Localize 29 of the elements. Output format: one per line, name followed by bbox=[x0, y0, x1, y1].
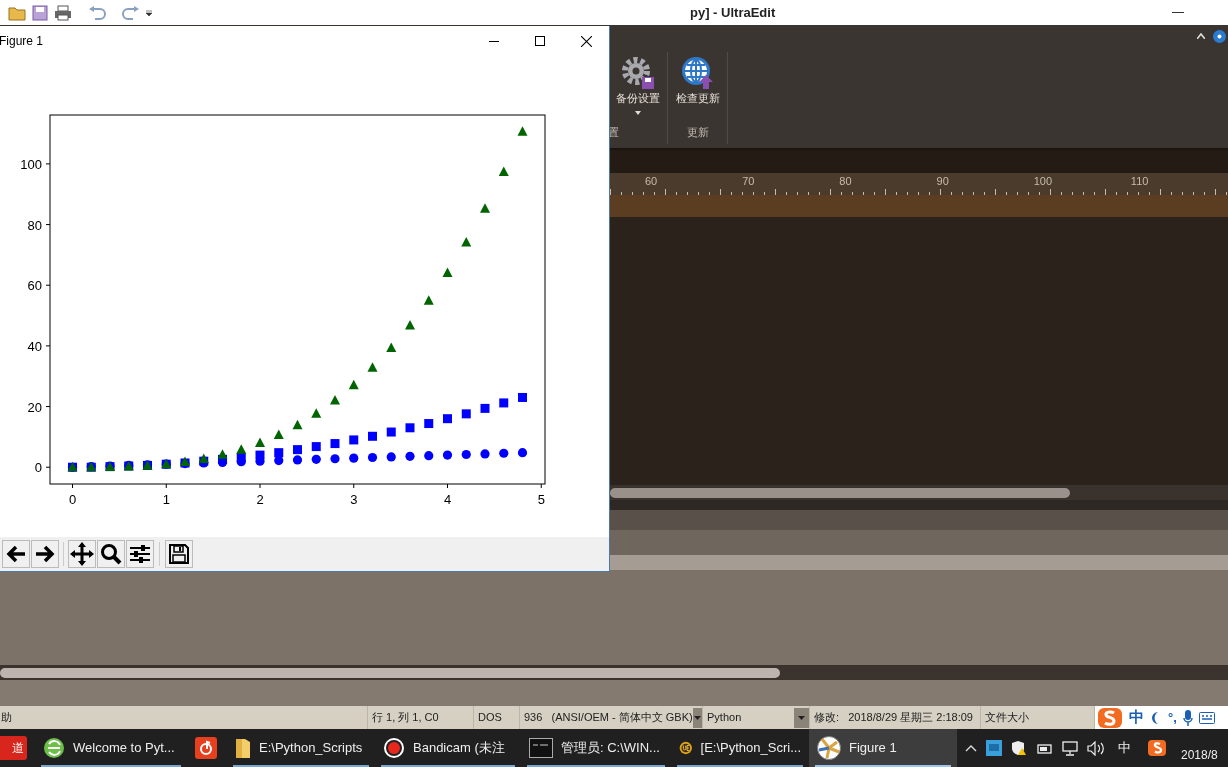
status-text: 936 (ANSI/OEM - 简体中文 GBK) bbox=[524, 710, 693, 726]
tick-label: 40 bbox=[27, 338, 42, 354]
tick-label: 4 bbox=[443, 491, 452, 507]
status-text: 助 bbox=[1, 710, 12, 726]
tick-label: 80 bbox=[27, 217, 42, 233]
tick-label: 100 bbox=[20, 156, 42, 172]
ruler-number: 70 bbox=[742, 175, 755, 187]
status-text: Python bbox=[707, 710, 742, 726]
tick-label: 0 bbox=[34, 459, 42, 475]
dictionary-app-icon: 道 bbox=[0, 736, 27, 760]
tick-label: 2 bbox=[256, 491, 264, 507]
tick-label: 0 bbox=[68, 491, 77, 507]
ruler-number: 100 bbox=[1033, 175, 1053, 187]
ruler-number: 80 bbox=[839, 175, 852, 187]
tick-label: 1 bbox=[162, 491, 170, 507]
status-text: 文件大小 bbox=[985, 710, 1029, 726]
group-label: 更新 bbox=[686, 124, 709, 140]
status-text: 修改: 2018/8/29 星期三 2:18:09 bbox=[814, 710, 973, 726]
tick-label: 20 bbox=[27, 399, 42, 415]
ruler-number: 60 bbox=[645, 175, 658, 187]
status-text: DOS bbox=[478, 710, 502, 726]
ruler-number: 110 bbox=[1130, 175, 1149, 187]
window-title: Figure 1 bbox=[0, 32, 44, 50]
tick-label: 5 bbox=[537, 491, 545, 507]
ruler-number: 90 bbox=[936, 175, 949, 187]
window-title: py] - UltraEdit bbox=[690, 4, 776, 22]
status-text: 行 1, 列 1, C0 bbox=[372, 710, 439, 726]
tick-label: 60 bbox=[27, 277, 42, 293]
tick-label: 3 bbox=[350, 491, 358, 507]
